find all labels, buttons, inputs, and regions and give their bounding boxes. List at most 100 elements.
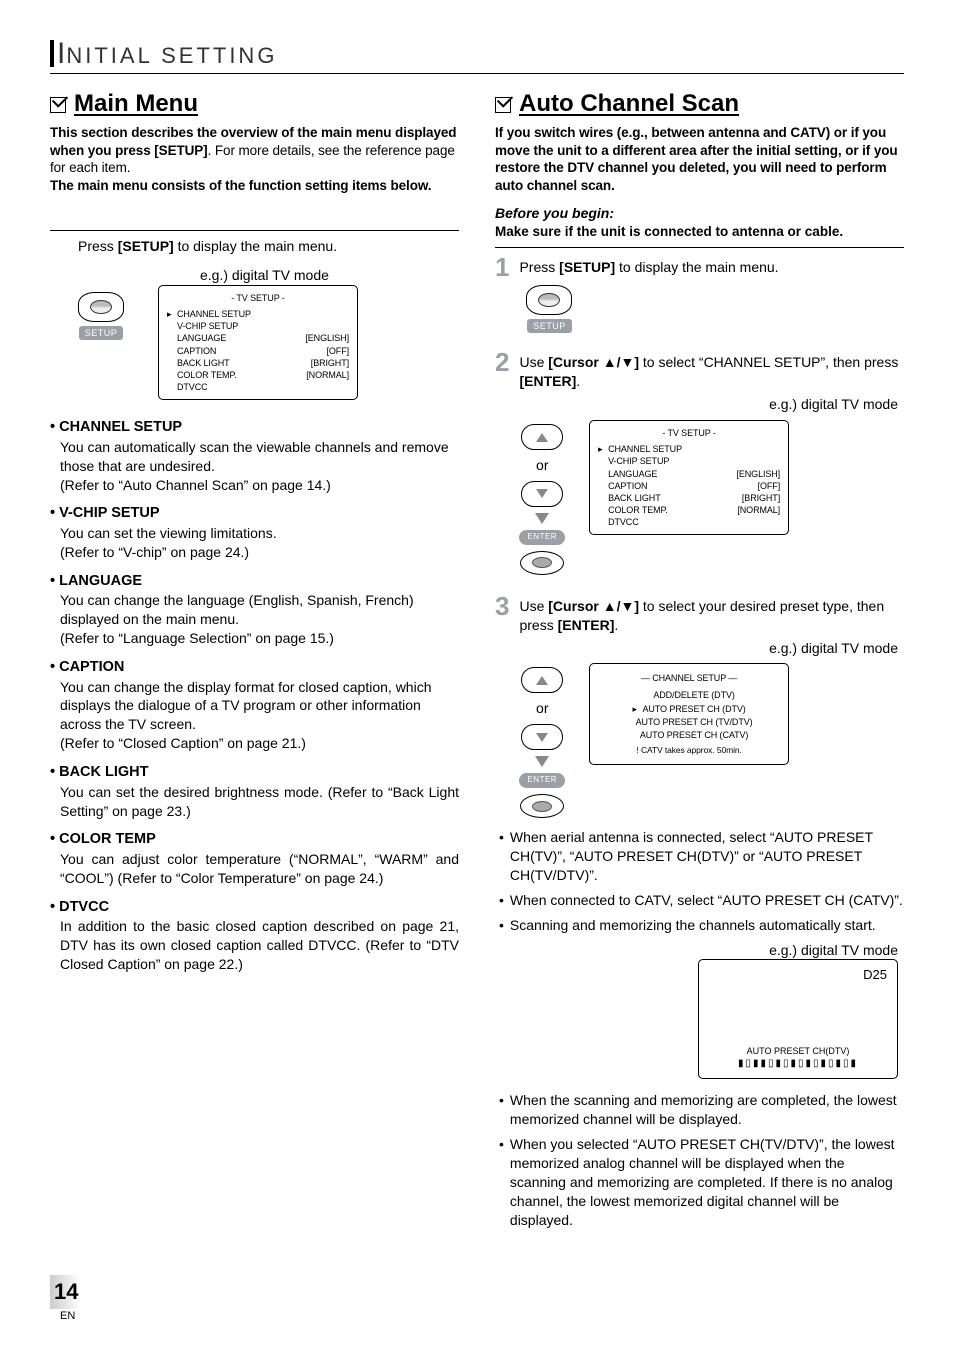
eg-label: e.g.) digital TV mode xyxy=(519,395,898,414)
cursor-key: [Cursor ▲/▼] xyxy=(548,354,639,370)
osd-line: ▸AUTO PRESET CH (DTV) xyxy=(600,703,778,716)
enter-key: [ENTER] xyxy=(519,373,576,389)
scan-channel-number: D25 xyxy=(863,966,887,984)
enter-label: ENTER xyxy=(519,773,565,788)
menu-item-text: You can adjust color temperature (“NORMA… xyxy=(60,850,459,888)
menu-item-title: • V-CHIP SETUP xyxy=(50,504,459,524)
setup-key: [SETUP] xyxy=(118,238,174,254)
osd-row: DTVCC xyxy=(598,516,780,528)
setup-button-graphic: SETUP xyxy=(519,285,579,333)
menu-item-text: You can set the desired brightness mode.… xyxy=(60,783,459,821)
cursor-down-button xyxy=(521,724,563,750)
menu-item-text: You can set the viewing limitations.(Ref… xyxy=(60,524,459,562)
page-footer: 14 EN xyxy=(50,1275,86,1324)
menu-items-list: • CHANNEL SETUPYou can automatically sca… xyxy=(50,418,459,974)
step-1: 1 Press [SETUP] to display the main menu… xyxy=(495,254,904,333)
menu-item: • CAPTIONYou can change the display form… xyxy=(50,658,459,753)
osd-channel-setup: — CHANNEL SETUP — ADD/DELETE (DTV)▸AUTO … xyxy=(589,663,789,765)
setup-key: [SETUP] xyxy=(559,259,615,275)
osd-row: COLOR TEMP.[NORMAL] xyxy=(598,504,780,516)
scan-preset-label: AUTO PRESET CH(DTV) xyxy=(699,1045,897,1057)
menu-item-title: • CAPTION xyxy=(50,658,459,678)
eg-label: e.g.) digital TV mode xyxy=(495,941,898,960)
main-menu-intro: This section describes the overview of t… xyxy=(50,124,459,194)
osd-title: - TV SETUP - xyxy=(167,292,349,304)
osd-tv-setup-2: - TV SETUP - ▸CHANNEL SETUPV-CHIP SETUPL… xyxy=(589,420,789,535)
t: . xyxy=(576,373,580,389)
osd-scan-progress: D25 AUTO PRESET CH(DTV) ▮▯▮▮▯▮▯▮▯▮▯▮▯▮▯▮ xyxy=(698,959,898,1079)
osd-row: V-CHIP SETUP xyxy=(167,320,349,332)
arrow-down-icon xyxy=(535,513,549,524)
bullet-item: When you selected “AUTO PRESET CH(TV/DTV… xyxy=(499,1135,904,1229)
bullets-group-1: When aerial antenna is connected, select… xyxy=(499,828,904,934)
osd-row: BACK LIGHT[BRIGHT] xyxy=(598,492,780,504)
osd-row: COLOR TEMP.[NORMAL] xyxy=(167,369,349,381)
t: to display the main menu. xyxy=(174,238,337,254)
step-2: 2 Use [Cursor ▲/▼] to select “CHANNEL SE… xyxy=(495,349,904,574)
menu-item-text: You can automatically scan the viewable … xyxy=(60,438,459,495)
setup-button-label: SETUP xyxy=(79,326,124,340)
or-text: or xyxy=(536,456,548,475)
menu-item-title: • LANGUAGE xyxy=(50,572,459,592)
t: to display the main menu. xyxy=(615,259,778,275)
page-header: INITIAL SETTING xyxy=(50,40,904,74)
menu-item-text: In addition to the basic closed caption … xyxy=(60,917,459,974)
bullet-item: When connected to CATV, select “AUTO PRE… xyxy=(499,891,904,910)
arrow-down-icon xyxy=(535,756,549,767)
scan-progress-bars: ▮▯▮▮▯▮▯▮▯▮▯▮▯▮▯▮ xyxy=(738,1057,858,1071)
osd-row: CAPTION[OFF] xyxy=(598,480,780,492)
osd-row: ▸CHANNEL SETUP xyxy=(598,443,780,455)
enter-label: ENTER xyxy=(519,530,565,545)
cursor-key: [Cursor ▲/▼] xyxy=(548,598,639,614)
enter-key: [ENTER] xyxy=(558,617,615,633)
remote-cursor-stack: or ENTER xyxy=(519,663,565,818)
left-column: Main Menu This section describes the ove… xyxy=(50,82,459,1236)
cursor-down-button xyxy=(521,481,563,507)
auto-channel-scan-heading: Auto Channel Scan xyxy=(519,88,739,120)
header-rest: NITIAL SETTING xyxy=(66,43,277,68)
bullet-item: When aerial antenna is connected, select… xyxy=(499,828,904,885)
separator xyxy=(495,247,904,248)
setup-button-graphic: SETUP xyxy=(78,292,124,340)
before-you-begin-text: Make sure if the unit is connected to an… xyxy=(495,223,904,241)
osd-line: AUTO PRESET CH (CATV) xyxy=(600,729,778,742)
setup-button-icon xyxy=(526,285,572,315)
osd-row: LANGUAGE[ENGLISH] xyxy=(167,332,349,344)
enter-button xyxy=(520,551,564,575)
osd-row: LANGUAGE[ENGLISH] xyxy=(598,468,780,480)
or-text: or xyxy=(536,699,548,718)
step-number-1: 1 xyxy=(495,254,509,280)
menu-item-title: • DTVCC xyxy=(50,898,459,918)
t: Press xyxy=(78,238,118,254)
osd-row: DTVCC xyxy=(167,381,349,393)
menu-item-text: You can change the language (English, Sp… xyxy=(60,591,459,648)
eg-label: e.g.) digital TV mode xyxy=(519,639,898,658)
menu-item-title: • BACK LIGHT xyxy=(50,763,459,783)
osd-row: ▸CHANNEL SETUP xyxy=(167,308,349,320)
osd-row: V-CHIP SETUP xyxy=(598,455,780,467)
t: Use xyxy=(519,354,548,370)
step-number-3: 3 xyxy=(495,593,509,619)
t: Use xyxy=(519,598,548,614)
separator xyxy=(50,230,459,231)
setup-button-label: SETUP xyxy=(527,319,572,333)
t: to select “CHANNEL SETUP”, then press xyxy=(639,354,898,370)
bullets-group-2: When the scanning and memorizing are com… xyxy=(499,1091,904,1229)
intro-part3: The main menu consists of the function s… xyxy=(50,178,431,193)
step-3: 3 Use [Cursor ▲/▼] to select your desire… xyxy=(495,593,904,818)
osd-note: ! CATV takes approx. 50min. xyxy=(600,744,778,756)
menu-item-text: You can change the display format for cl… xyxy=(60,678,459,754)
setup-button-icon xyxy=(78,292,124,322)
page-number: 14 xyxy=(50,1275,86,1309)
menu-item: • COLOR TEMPYou can adjust color tempera… xyxy=(50,830,459,887)
osd-row: BACK LIGHT[BRIGHT] xyxy=(167,357,349,369)
step-number-2: 2 xyxy=(495,349,509,375)
before-you-begin-label: Before you begin: xyxy=(495,204,904,223)
menu-item: • BACK LIGHTYou can set the desired brig… xyxy=(50,763,459,820)
eg-label: e.g.) digital TV mode xyxy=(200,266,449,285)
menu-item-title: • CHANNEL SETUP xyxy=(50,418,459,438)
press-setup-line: Press [SETUP] to display the main menu. xyxy=(78,237,459,256)
page-lang: EN xyxy=(60,1309,86,1324)
osd-row: CAPTION[OFF] xyxy=(167,345,349,357)
cursor-up-button xyxy=(521,424,563,450)
